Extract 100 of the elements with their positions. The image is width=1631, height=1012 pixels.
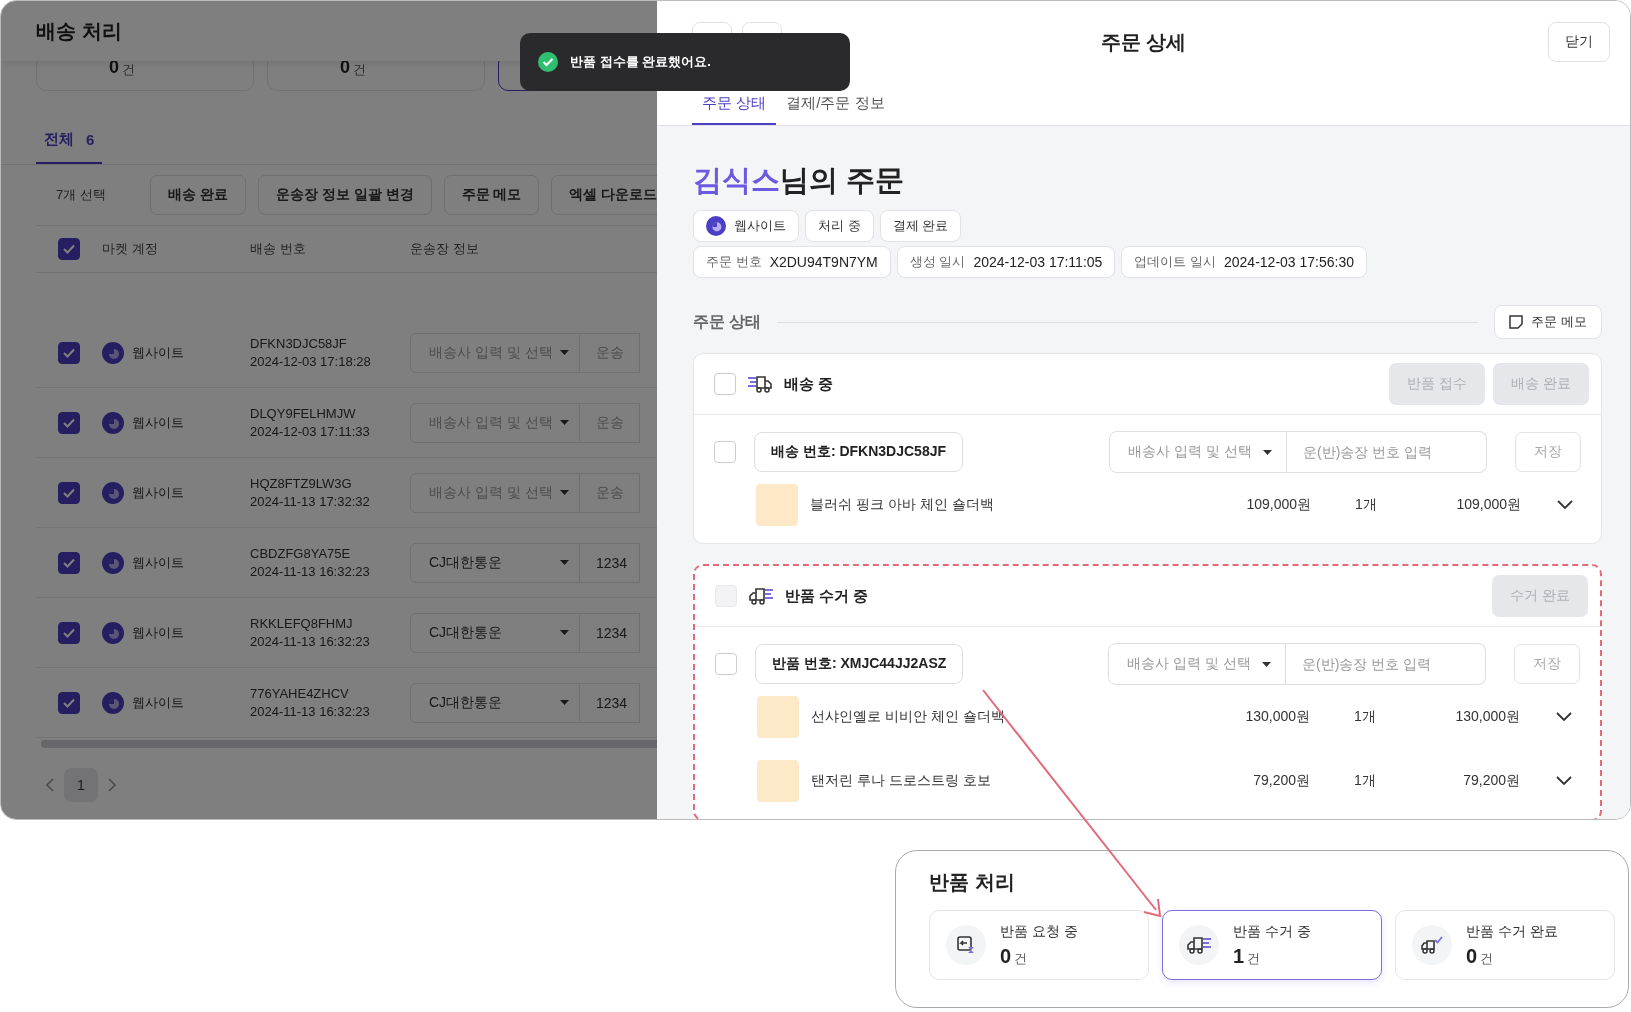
shipment-number: DFKN3DJC58JF [250,336,348,351]
carrier-select[interactable]: CJ대한통운 [410,682,580,723]
unit-price: 130,000원 [1244,708,1310,726]
check-icon [63,347,75,358]
checkbox[interactable] [714,441,736,463]
carrier-select[interactable]: CJ대한통운 [410,542,580,583]
quantity: 1개 [1353,772,1377,790]
toolbar-button[interactable]: 운송장 정보 일괄 변경 [257,175,432,215]
row-checkbox[interactable] [58,551,80,574]
caret-icon [560,560,569,565]
website-logo-icon [102,621,124,644]
website-logo-icon [706,216,726,236]
toolbar-button[interactable]: 배송 완료 [150,175,246,215]
stat-card[interactable]: 반품 요청 중 0 건 [929,910,1149,980]
shipment-number: HQZ8FTZ9LW3G [250,476,353,491]
check-icon [63,244,75,254]
truck-icon [748,375,772,393]
order-title: 김식스님의 주문 [693,163,906,198]
website-logo-icon [102,691,124,714]
product-photo [757,696,799,738]
caret-icon [560,630,569,635]
website-logo-icon [102,411,124,434]
unit-price: 109,000원 [1245,496,1311,514]
tracking-field[interactable]: 1234 [580,612,640,653]
column-header: 배송 번호 [250,241,306,256]
callout-title: 반품 처리 [929,870,1016,895]
tracking-field[interactable]: 1234 [580,542,640,583]
carrier-select[interactable]: CJ대한통운 [410,612,580,653]
memo-button[interactable]: 주문 메모 [1494,305,1602,339]
product-name: 선샤인옐로 비비안 체인 숄더백 [811,708,1006,726]
toolbar-button[interactable]: 엑셀 다운로드 [551,175,657,215]
info-chip: 생성 일시 2024-12-03 17:11:05 [896,246,1116,278]
truck-icon [1187,936,1211,954]
row-checkbox[interactable] [58,691,80,714]
stat-unit: 건 [1014,949,1028,968]
toast-message: 반품 접수를 완료했어요. [570,53,711,71]
caret-icon [1262,661,1271,667]
stat-unit: 건 [353,63,366,76]
shipment-number: RKKLEFQ8FHMJ [250,616,354,631]
row-checkbox[interactable] [58,481,80,504]
channel-badge: 웹사이트 [693,210,799,242]
tab[interactable]: 전체 6 [36,116,103,164]
return-box-icon [956,935,976,955]
quantity: 1개 [1354,496,1378,514]
product-photo [756,484,798,526]
save-button[interactable]: 저장 [1515,432,1581,472]
info-chip: 업데이트 일시 2024-12-03 17:56:30 [1121,246,1367,278]
product-name: 탠저린 루나 드로스트링 호보 [811,772,992,790]
page-button[interactable]: 1 [64,768,98,802]
stat-count: 0 [1466,944,1478,968]
shipment-date: 2024-11-13 16:32:23 [250,704,371,719]
select-all-checkbox[interactable] [58,238,80,260]
market-name: 웹사이트 [132,553,184,572]
stat-card[interactable]: 반품 수거 중 1 건 [1162,910,1382,980]
check-icon [63,487,75,498]
chevron-right-icon[interactable] [108,778,116,792]
checkbox[interactable] [714,373,736,395]
shipment-date: 2024-11-13 16:32:23 [250,634,371,649]
status-badge: 결제 완료 [879,210,962,242]
product-name: 블러쉬 핑크 아바 체인 숄더백 [810,496,995,514]
memo-icon [1509,315,1524,329]
check-icon [63,627,75,638]
tab[interactable]: 결제/주문 정보 [776,83,895,125]
quantity: 1개 [1353,708,1377,726]
product-photo [757,760,799,802]
chevron-left-icon[interactable] [46,778,54,792]
stat-unit: 건 [1247,949,1261,968]
check-icon [63,417,75,428]
stat-label: 반품 수거 완료 [1466,922,1558,941]
market-name: 웹사이트 [132,343,184,362]
carrier-select[interactable]: 배송사 입력 및 선택 [1109,431,1287,473]
check-icon [63,697,75,708]
drawer-title: 주문 상세 [1100,30,1187,53]
stat-card[interactable]: 반품 수거 완료 0 건 [1395,910,1615,980]
shipment-date: 2024-12-03 17:11:33 [250,424,371,439]
check-icon [63,557,75,568]
stat-label: 반품 수거 중 [1233,922,1311,941]
status-label: 배송 중 [784,374,834,394]
unit-price: 79,200원 [1252,772,1310,790]
tracking-input[interactable]: 운(반)송장 번호 입력 [1287,431,1487,473]
shipment-date: 2024-11-13 17:32:32 [250,494,371,509]
shipment-number: 반품 번호: XMJC44JJ2ASZ [755,644,964,684]
toolbar-button[interactable]: 주문 메모 [443,175,540,215]
chevron-down-icon[interactable] [1557,500,1573,510]
scrollbar[interactable] [41,740,657,748]
website-logo-icon [102,341,124,364]
market-name: 웹사이트 [132,413,184,432]
tracking-field[interactable]: 1234 [580,682,640,723]
shipment-number: 776YAHE4ZHCV [250,686,350,701]
column-header: 운송장 정보 [410,241,479,256]
close-button[interactable]: 닫기 [1548,22,1610,62]
stat-label: 반품 요청 중 [1000,922,1078,941]
row-checkbox[interactable] [58,341,80,364]
row-checkbox[interactable] [58,411,80,434]
check-circle-icon [538,52,558,72]
row-checkbox[interactable] [58,621,80,644]
shipment-number: 배송 번호: DFKN3DJC58JF [754,432,964,472]
column-header: 마켓 계정 [102,240,158,258]
market-name: 웹사이트 [132,693,184,712]
stat-count: 0 [1000,944,1012,968]
